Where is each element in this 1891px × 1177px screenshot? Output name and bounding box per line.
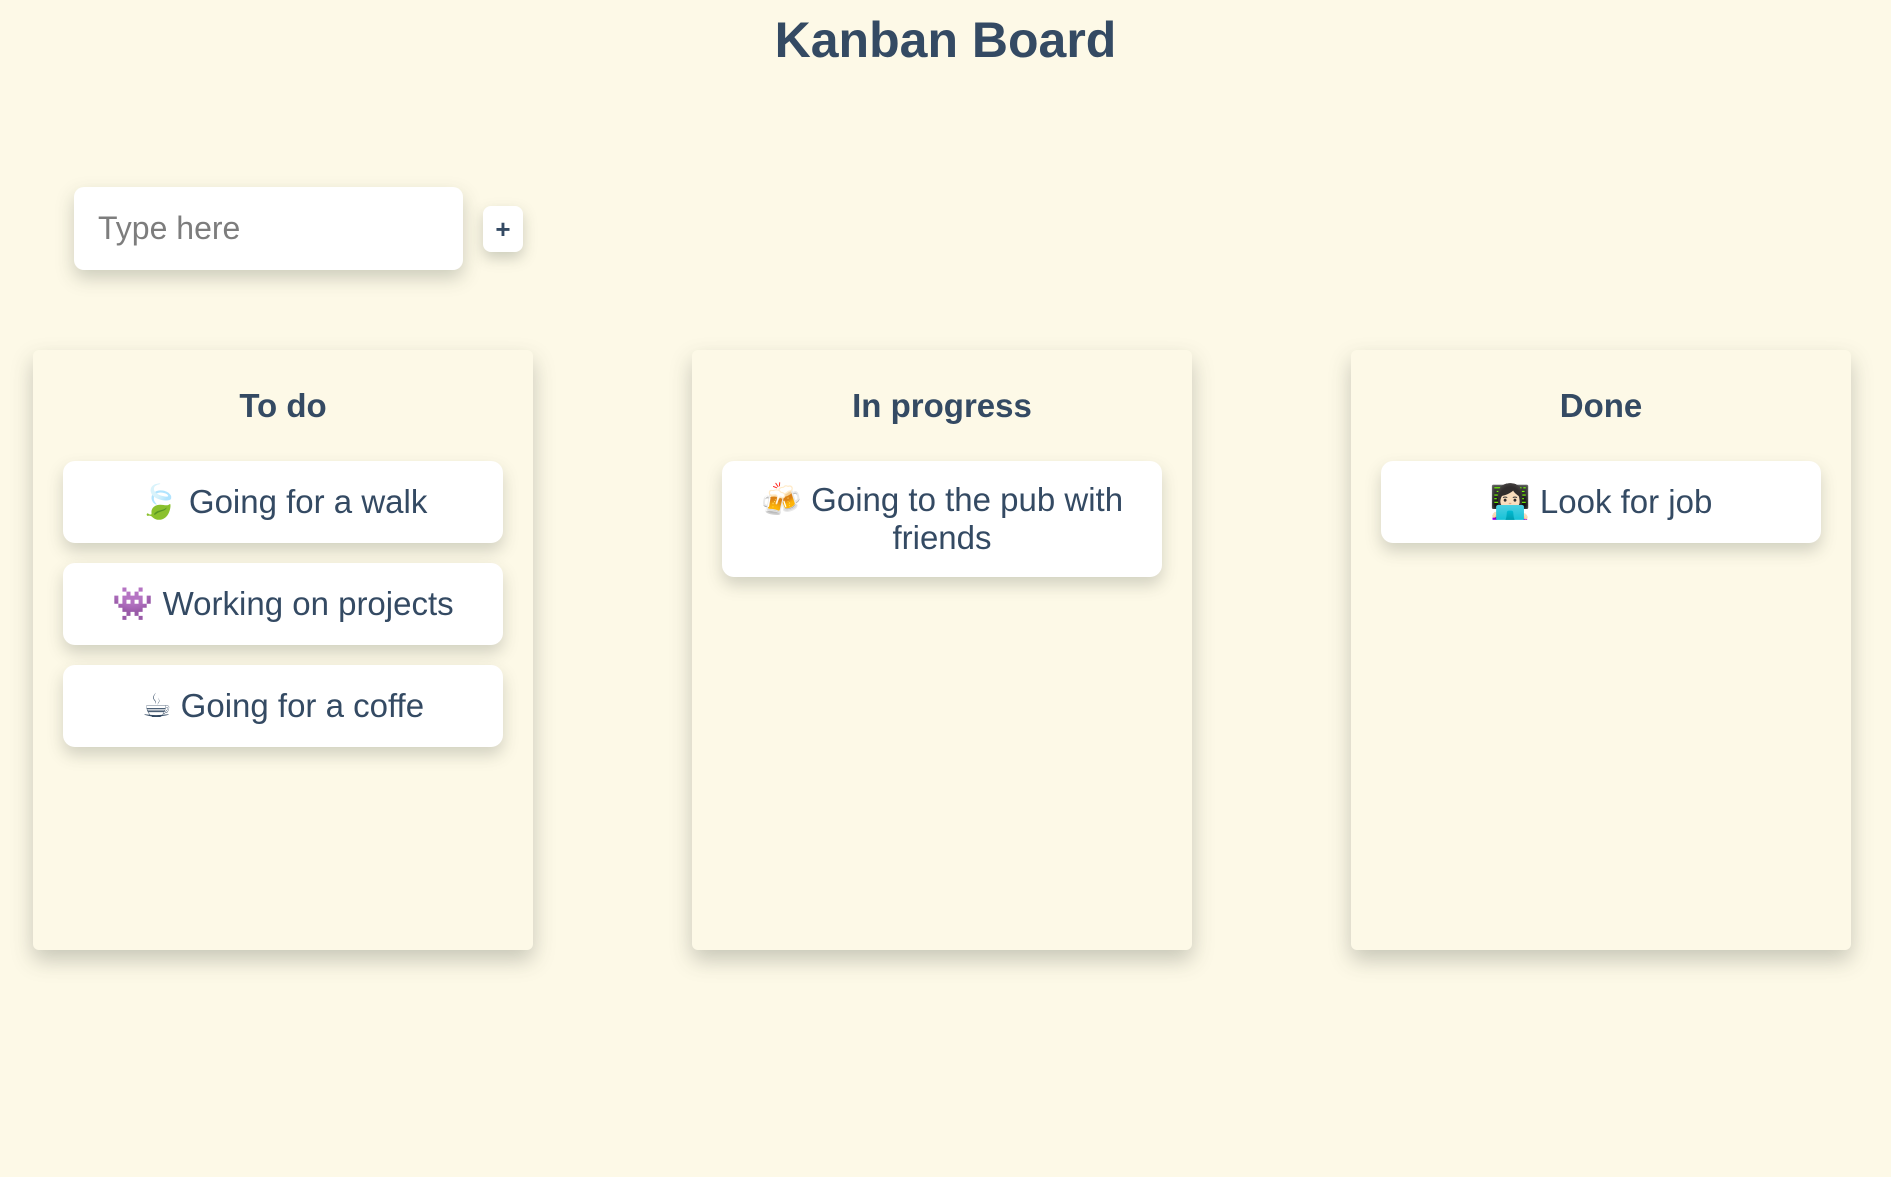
column-todo[interactable]: To do 🍃 Going for a walk 👾 Working on pr… — [33, 350, 533, 950]
task-card[interactable]: 🍃 Going for a walk — [63, 461, 503, 543]
add-task-form: + — [74, 187, 523, 270]
new-task-input[interactable] — [74, 187, 463, 270]
task-card-text: 👩🏻‍💻 Look for job — [1489, 483, 1713, 520]
task-card-text: ☕ Going for a coffe — [141, 687, 425, 724]
task-card[interactable]: 🍻 Going to the pub with friends — [722, 461, 1162, 577]
column-title: Done — [1559, 387, 1643, 424]
column-title: To do — [239, 387, 327, 424]
column-done[interactable]: Done 👩🏻‍💻 Look for job — [1351, 350, 1851, 950]
column-in-progress[interactable]: In progress 🍻 Going to the pub with frie… — [692, 350, 1192, 950]
task-card-text: 👾 Working on projects — [112, 585, 454, 622]
task-card[interactable]: 👾 Working on projects — [63, 563, 503, 645]
task-card[interactable]: 👩🏻‍💻 Look for job — [1381, 461, 1821, 543]
page-title: Kanban Board — [774, 12, 1117, 68]
task-card-text: 🍻 Going to the pub with friends — [760, 481, 1124, 556]
task-card-text: 🍃 Going for a walk — [138, 483, 428, 520]
add-task-button[interactable]: + — [483, 205, 523, 252]
task-card[interactable]: ☕ Going for a coffe — [63, 665, 503, 747]
column-title: In progress — [852, 387, 1032, 424]
